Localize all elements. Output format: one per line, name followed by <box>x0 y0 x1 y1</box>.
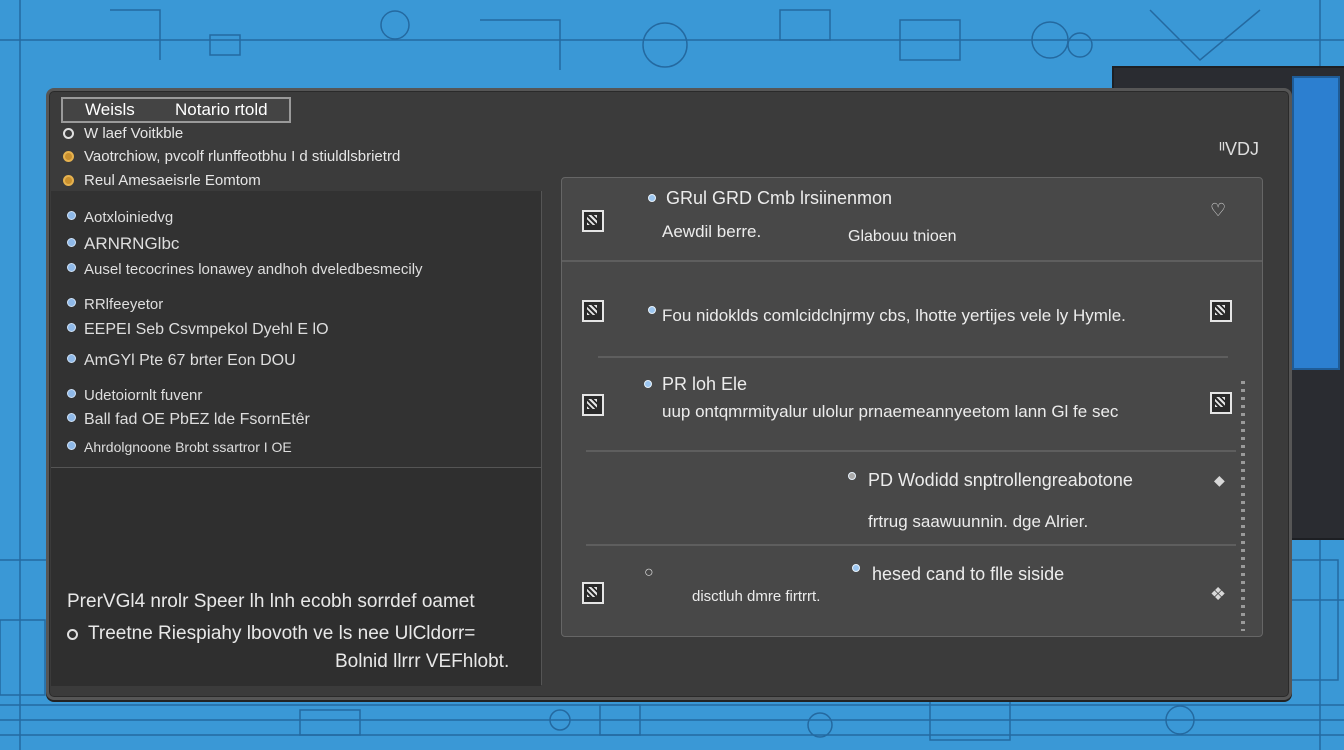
lower-line-1: PrerVGl4 nrolr Speer lh lnh ecobh sorrde… <box>67 591 475 612</box>
window-title-box[interactable]: Weisls Notario rtold <box>61 97 291 123</box>
list-item[interactable]: Udetoiornlt fuvenr <box>67 387 202 404</box>
image-icon[interactable] <box>1210 300 1232 322</box>
row-title[interactable]: PD Wodidd snptrollengreabotone <box>868 470 1133 491</box>
image-icon[interactable] <box>582 394 604 416</box>
header-item[interactable]: Reul Amesaeisrle Eomtom <box>63 172 261 189</box>
list-item[interactable]: Aotxloiniedvg <box>67 209 173 226</box>
bullet-icon <box>648 194 656 202</box>
list-item[interactable]: Ball fad OE PbEZ lde FsornEtêr <box>67 411 310 429</box>
bullet-icon <box>852 564 860 572</box>
row-title[interactable]: GRul GRD Cmb lrsiinenmon <box>666 188 892 209</box>
bullet-icon <box>67 441 76 450</box>
list-item[interactable]: RRlfeeyetor <box>67 296 163 313</box>
radio-ring-icon <box>63 128 74 139</box>
list-item[interactable]: AmGYl Pte 67 brter Eon DOU <box>67 352 296 370</box>
lightbulb-icon: ○ <box>644 564 654 581</box>
bullet-icon <box>67 211 76 220</box>
chevron-down-icon[interactable]: ♡ <box>1210 200 1226 221</box>
bullet-icon <box>67 238 76 247</box>
row-title[interactable]: hesed cand to flle siside <box>872 564 1064 585</box>
amber-dot-icon <box>63 151 74 162</box>
top-right-label: ᴵᴵVDJ <box>1218 139 1259 159</box>
image-icon[interactable] <box>582 300 604 322</box>
lower-line-3: Bolnid llrrr VEFhlobt. <box>335 651 510 672</box>
row-subtitle: uup ontqmrmityalur ulolur prnaemeannyeet… <box>662 402 1119 421</box>
scrollbar[interactable] <box>1241 381 1245 631</box>
image-icon[interactable] <box>582 582 604 604</box>
list-item[interactable]: ARNRNGlbc <box>67 234 179 254</box>
window-title-left: Weisls <box>85 100 135 119</box>
bullet-icon <box>67 413 76 422</box>
row-subtitle: disctluh dmre firtrrt. <box>692 588 821 605</box>
bullet-icon <box>848 472 856 480</box>
row-divider <box>586 544 1236 546</box>
row-subtitle: frtrug saawuunnin. dge Alrier. <box>868 512 1089 531</box>
row-divider <box>586 450 1236 452</box>
bullet-icon <box>67 323 76 332</box>
row-subtitle: Glabouu tnioen <box>848 228 957 245</box>
row-subtitle: Aewdil berre. <box>662 222 762 241</box>
bullet-icon <box>67 263 76 272</box>
pin-icon[interactable]: ❖ <box>1210 584 1226 605</box>
background-monitor-screen <box>1292 76 1340 370</box>
header-item[interactable]: W laef Voitkble <box>63 125 183 142</box>
amber-dot-icon <box>63 175 74 186</box>
bullet-icon <box>67 298 76 307</box>
lower-line-2: Treetne Riespiahy lbovoth ve ls nee UlCl… <box>67 623 475 645</box>
app-window: Weisls Notario rtold ᴵᴵVDJ W laef Voitkb… <box>46 88 1292 700</box>
row-title[interactable]: Fou nidoklds comlcidclnjrmy cbs, lhotte … <box>662 306 1126 326</box>
right-pane: GRul GRD Cmb lrsiinenmon Aewdil berre. G… <box>561 177 1263 637</box>
diamond-icon[interactable]: ◆ <box>1214 472 1225 489</box>
bullet-icon <box>67 389 76 398</box>
list-item[interactable]: Ahrdolgnoone Brobt ssartror I OE <box>67 439 292 455</box>
bullet-icon <box>644 380 652 388</box>
window-title-right: Notario rtold <box>175 100 268 119</box>
row-title[interactable]: PR loh Ele <box>662 374 747 395</box>
image-icon[interactable] <box>582 210 604 232</box>
image-icon[interactable] <box>1210 392 1232 414</box>
bullet-icon <box>648 306 656 314</box>
row-divider <box>598 356 1228 358</box>
bullet-icon <box>67 354 76 363</box>
list-item[interactable]: EEPEI Seb Csvmpekol Dyehl E lO <box>67 321 329 339</box>
radio-ring-icon <box>67 629 78 640</box>
header-item[interactable]: Vaotrchiow, pvcolf rlunffeotbhu I d stiu… <box>63 148 400 165</box>
row-divider <box>562 260 1262 262</box>
list-item[interactable]: Ausel tecocrines lonawey andhoh dveledbe… <box>67 261 423 278</box>
